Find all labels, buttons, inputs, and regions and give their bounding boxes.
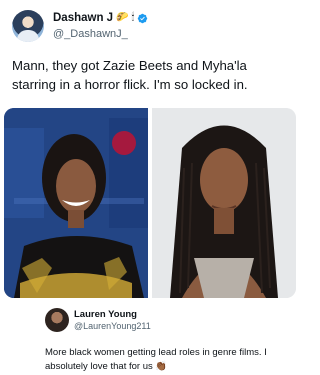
photo-woman-smiling-blue-backdrop[interactable] [4,108,148,298]
author-name-row[interactable]: Dashawn J 🌮 🕯 [53,12,148,24]
author-avatar[interactable] [12,10,44,42]
torch-emoji-icon: 🕯 [131,12,135,23]
photo-left-illustration [4,108,148,298]
quoted-author-name[interactable]: Lauren Young [74,309,137,320]
quoted-author-handle[interactable]: @LaurenYoung211 [74,321,151,331]
taco-emoji-icon: 🌮 [116,12,129,23]
photo-right-illustration [152,108,296,298]
clapping-hands-emoji-icon: 👏🏾 [155,360,168,372]
quoted-tweet[interactable]: Lauren Young @LaurenYoung211 More black … [33,300,295,372]
author-display-name[interactable]: Dashawn J [53,12,113,24]
quoted-author-avatar[interactable] [45,308,69,332]
tweet-text: Mann, they got Zazie Beets and Myha'la s… [12,58,248,92]
author-handle[interactable]: @_DashawnJ_ [53,28,128,40]
avatar-shirt [17,30,39,42]
tweet-header: Dashawn J 🌮 🕯 @_DashawnJ_ [12,9,288,45]
photo-woman-braids-portrait[interactable] [152,108,296,298]
quoted-tweet-text: More black women getting lead roles in g… [45,346,285,373]
verified-badge-icon [138,13,148,23]
tweet-media-grid [4,108,296,298]
